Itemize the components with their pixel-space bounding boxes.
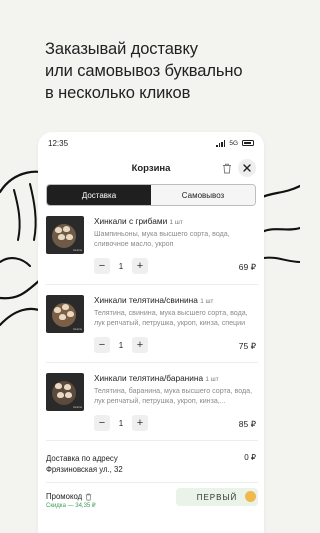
promo-code-value: ПЕРВЫЙ [196, 492, 238, 502]
status-icons: 5G [216, 139, 254, 147]
item-unit: 1 шт [169, 219, 183, 226]
cart-item: Grains Хинкали телятина/свинина 1 шт Тел… [46, 284, 258, 362]
battery-icon [242, 140, 254, 146]
item-unit: 1 шт [200, 298, 214, 305]
product-image-label: Grains [73, 248, 82, 252]
remove-promo-icon[interactable] [85, 493, 92, 501]
item-price: 75 ₽ [238, 341, 256, 351]
delivery-mode-toggle: Доставка Самовывоз [46, 184, 256, 206]
quantity-value: 1 [118, 340, 124, 350]
decrease-button[interactable]: − [94, 415, 110, 431]
quantity-stepper: − 1 + [94, 415, 148, 431]
cart-item: Grains Хинкали телятина/баранина 1 шт Те… [46, 362, 258, 440]
tab-pickup[interactable]: Самовывоз [151, 185, 255, 205]
smile-emoji-icon [245, 491, 256, 502]
increase-button[interactable]: + [132, 415, 148, 431]
promo-headline: Заказывай доставку или самовывоз букваль… [45, 38, 285, 104]
status-bar: 12:35 5G [38, 132, 264, 154]
promo-discount: Скидка — 34,35 ₽ [46, 503, 96, 509]
headline-line-3: в несколько кликов [45, 84, 191, 102]
cart-item: Grains Хинкали с грибами 1 шт Шампиньоны… [46, 206, 258, 284]
clear-cart-button[interactable] [220, 160, 234, 176]
network-type: 5G [229, 139, 238, 147]
quantity-value: 1 [118, 418, 124, 428]
promo-code-field[interactable]: ПЕРВЫЙ [176, 488, 258, 506]
trash-icon [223, 163, 231, 173]
phone-screen: 12:35 5G Корзина Доставка Самовывоз Grai… [38, 132, 264, 533]
item-unit: 1 шт [205, 376, 219, 383]
product-image-label: Grains [73, 327, 82, 331]
product-image: Grains [46, 295, 84, 333]
item-name: Хинкали телятина/свинина [94, 295, 198, 305]
signal-icon [216, 139, 226, 147]
close-button[interactable] [238, 159, 256, 177]
promo-row: Промокод Скидка — 34,35 ₽ ПЕРВЫЙ [46, 482, 258, 522]
item-price: 85 ₽ [238, 419, 256, 429]
product-image: Grains [46, 216, 84, 254]
decrease-button[interactable]: − [94, 258, 110, 274]
headline-line-1: Заказывай доставку [45, 40, 198, 58]
item-name: Хинкали с грибами [94, 216, 168, 226]
item-description: Шампиньоны, мука высшего сорта, вода, сл… [94, 230, 230, 248]
delivery-address: Фрязиновская ул., 32 [46, 465, 123, 474]
tab-delivery[interactable]: Доставка [47, 185, 151, 205]
item-price: 69 ₽ [238, 262, 256, 272]
delivery-row[interactable]: Доставка по адресу Фрязиновская ул., 32 … [46, 440, 258, 482]
item-name: Хинкали телятина/баранина [94, 373, 204, 383]
delivery-label: Доставка по адресу [46, 454, 118, 463]
headline-line-2: или самовывоз буквально [45, 62, 243, 80]
cart-header: Корзина [38, 154, 264, 182]
quantity-value: 1 [118, 261, 124, 271]
close-icon [243, 164, 251, 172]
item-description: Телятина, свинина, мука высшего сорта, в… [94, 309, 248, 327]
decrease-button[interactable]: − [94, 337, 110, 353]
increase-button[interactable]: + [132, 258, 148, 274]
quantity-stepper: − 1 + [94, 337, 148, 353]
promo-label: Промокод [46, 492, 83, 501]
product-image: Grains [46, 373, 84, 411]
increase-button[interactable]: + [132, 337, 148, 353]
item-description: Телятина, баранина, мука высшего сорта, … [94, 387, 253, 405]
product-image-label: Grains [73, 405, 82, 409]
status-time: 12:35 [48, 138, 69, 148]
quantity-stepper: − 1 + [94, 258, 148, 274]
cart-title: Корзина [131, 162, 171, 174]
delivery-price: 0 ₽ [244, 453, 256, 462]
